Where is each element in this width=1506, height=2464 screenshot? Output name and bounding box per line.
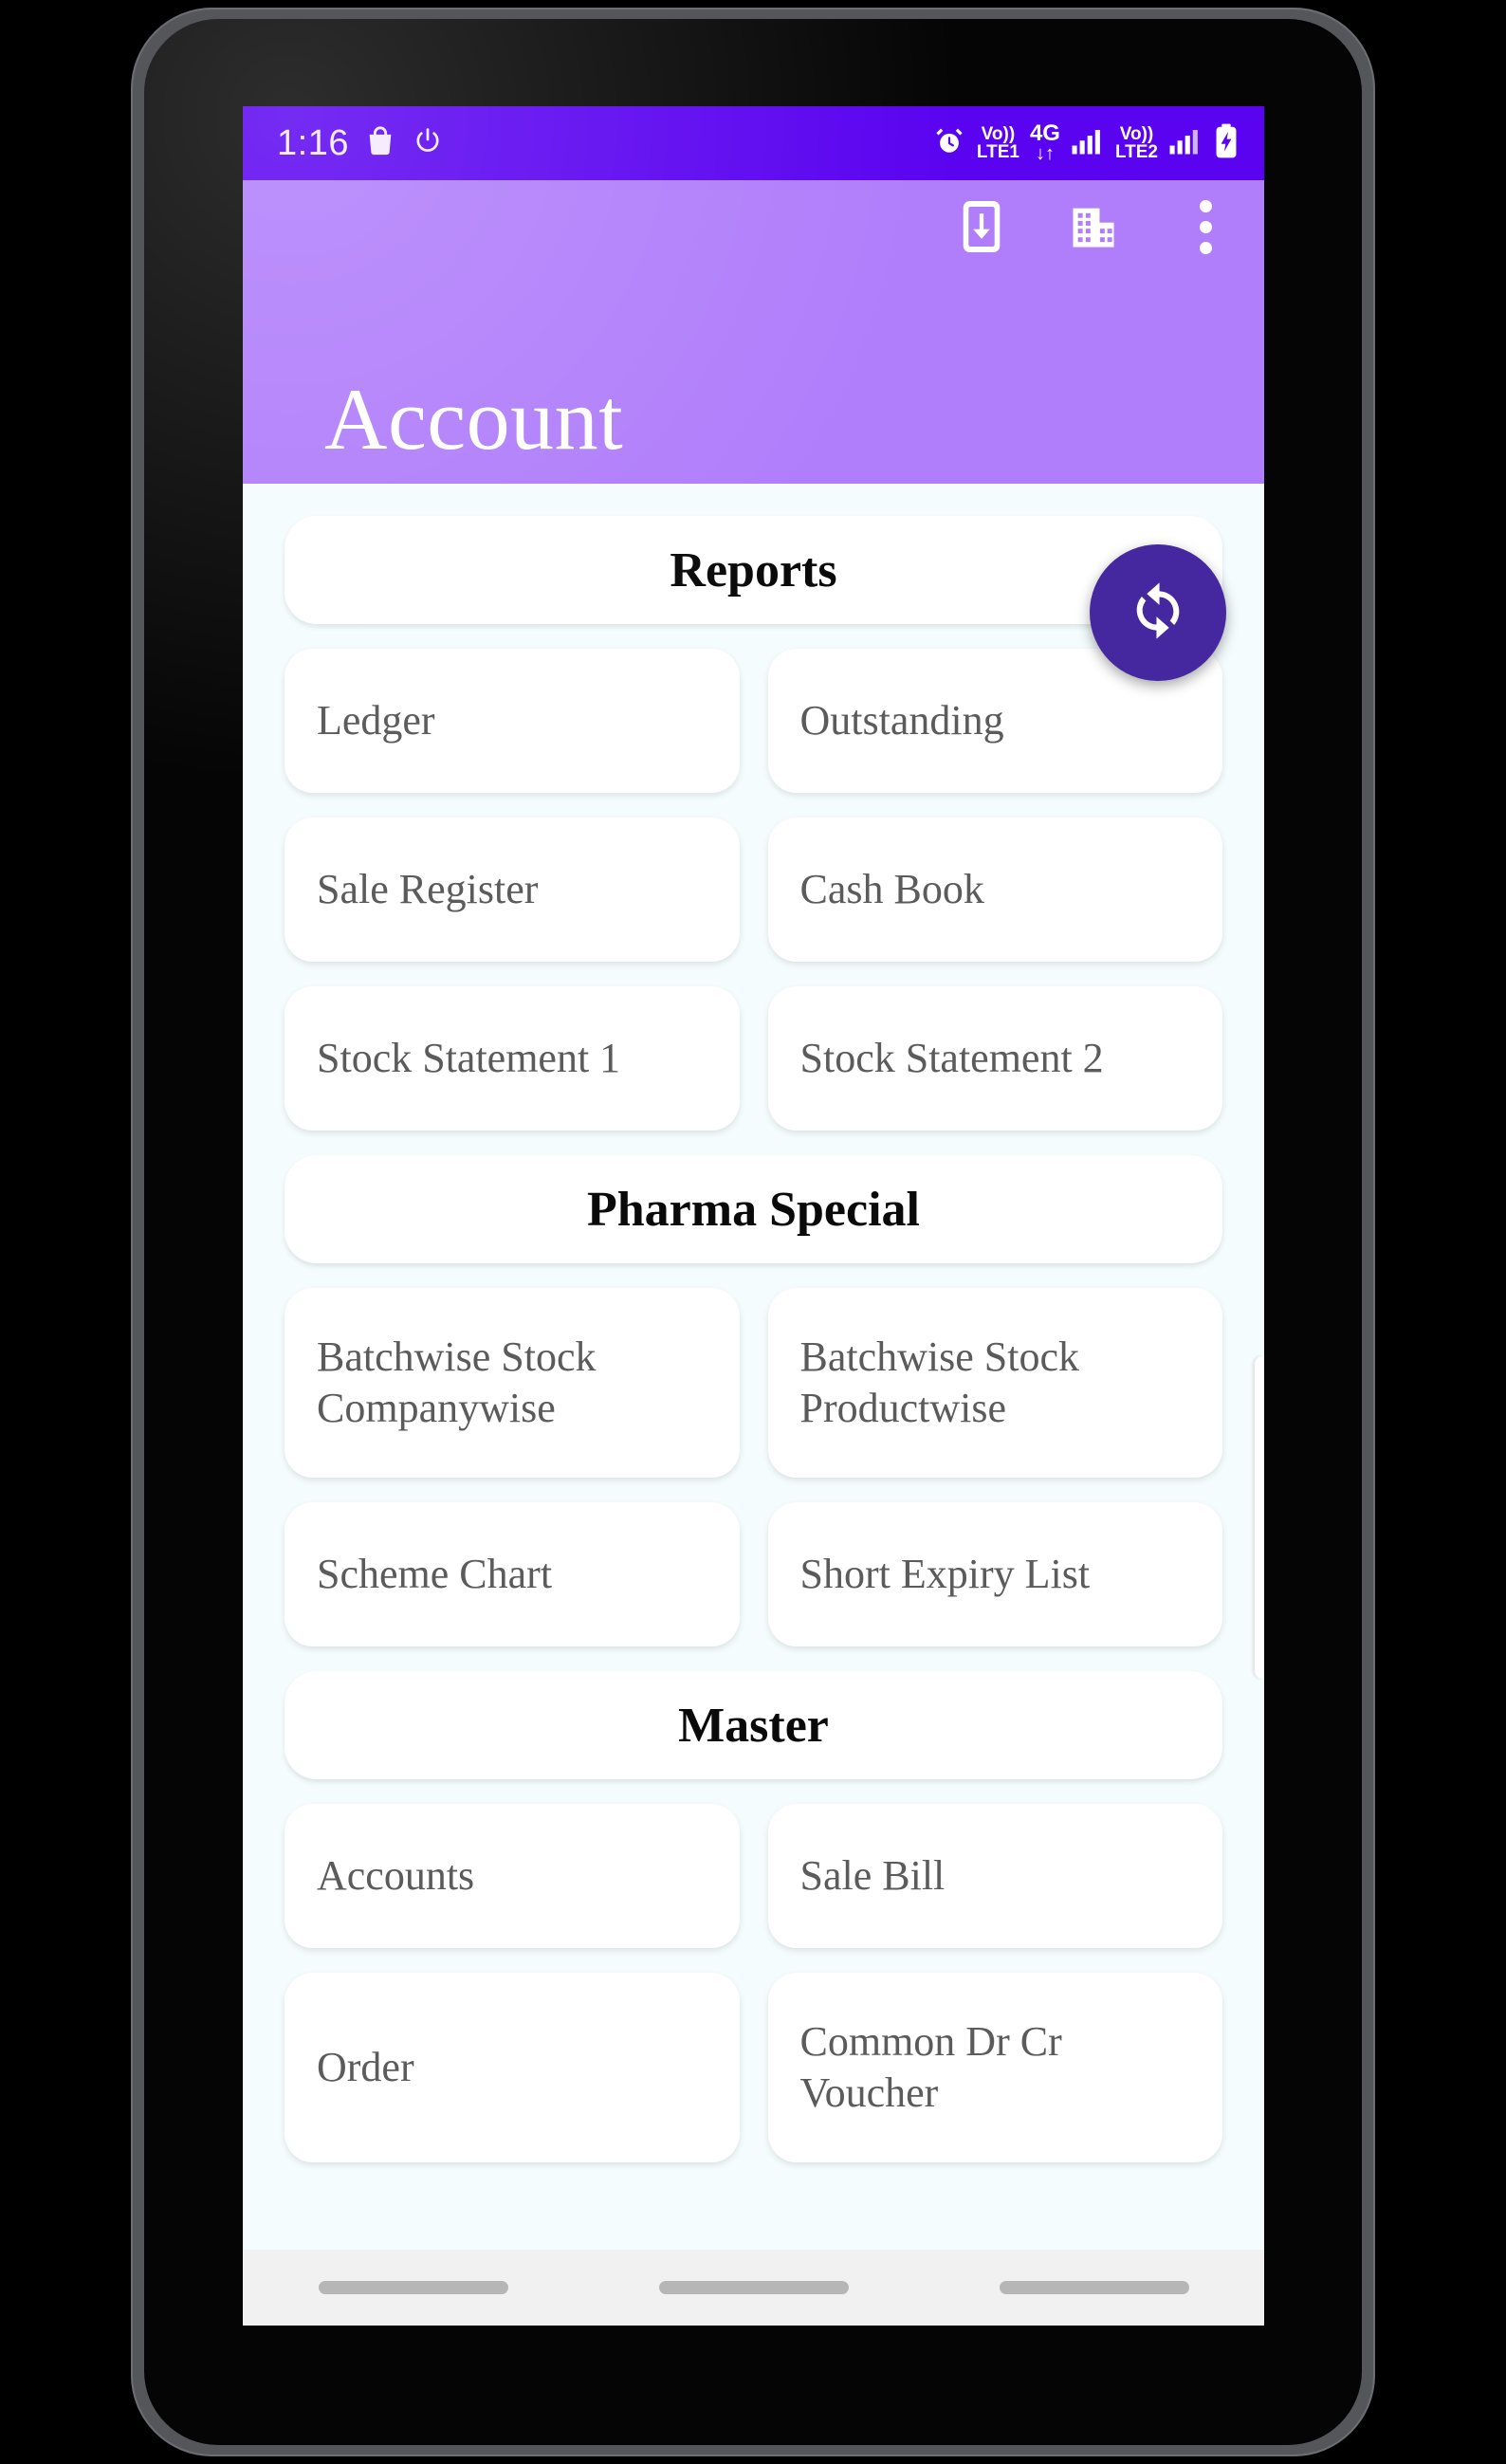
status-bar-left: 1:16 (277, 125, 444, 162)
status-bar-clock: 1:16 (277, 123, 349, 163)
volte1-line2: LTE1 (976, 142, 1019, 162)
overflow-menu-icon[interactable] (1179, 197, 1232, 256)
section-header-label: Pharma Special (587, 1182, 920, 1237)
menu-tile-label: Order (317, 2044, 414, 2091)
menu-row: Ledger Outstanding (285, 649, 1222, 793)
menu-tile[interactable]: Sale Register (285, 818, 740, 962)
menu-tile-label: Cash Book (799, 866, 984, 913)
menu-tile-label: Stock Statement 2 (799, 1035, 1104, 1082)
sync-refresh-fab[interactable] (1090, 544, 1226, 681)
volte1-line1: Vo)) (981, 124, 1016, 144)
menu-tile[interactable]: Cash Book (767, 818, 1222, 962)
section-header-label: Reports (670, 542, 837, 598)
section-header: Reports (285, 516, 1222, 624)
menu-tile[interactable]: Order (285, 1973, 740, 2162)
menu-tile[interactable]: Batchwise Stock Companywise (285, 1288, 740, 1478)
volte2-icon: Vo)) LTE2 (1115, 125, 1158, 161)
sync-refresh-icon (1123, 576, 1193, 651)
power-icon (412, 125, 444, 162)
phone-screen: 1:16 Vo)) LTE1 4G ↓↑ Vo)) LTE2 Account R… (243, 106, 1264, 2326)
scrollbar-thumb[interactable] (1255, 1356, 1264, 1679)
signal-bars-2-icon (1168, 127, 1203, 160)
menu-tile-label: Short Expiry List (799, 1551, 1091, 1598)
menu-tile-label: Common Dr Cr Voucher (799, 2018, 1062, 2116)
menu-tile-label: Batchwise Stock Companywise (317, 1333, 597, 1431)
system-navigation-bar (243, 2250, 1264, 2326)
back-button[interactable] (999, 2281, 1189, 2294)
app-bar: Account (243, 180, 1264, 484)
menu-tile-label: Sale Bill (799, 1852, 946, 1900)
menu-row: Sale Register Cash Book (285, 818, 1222, 962)
menu-tile[interactable]: Ledger (285, 649, 740, 793)
menu-tile-label: Sale Register (317, 866, 539, 913)
section-header-label: Master (678, 1698, 829, 1753)
menu-row: Batchwise Stock Companywise Batchwise Sto… (285, 1288, 1222, 1478)
screenshot-stage: 1:16 Vo)) LTE1 4G ↓↑ Vo)) LTE2 Account R… (0, 0, 1506, 2464)
page-title: Account (324, 371, 624, 468)
menu-tile[interactable]: Accounts (285, 1804, 740, 1948)
menu-row: Scheme Chart Short Expiry List (285, 1502, 1222, 1646)
alarm-clock-icon (932, 124, 966, 163)
menu-tile-label: Batchwise Stock Productwise (799, 1333, 1080, 1431)
menu-content: Reports Ledger Outstanding Sale Register Cas… (243, 484, 1264, 2326)
download-to-phone-icon[interactable] (955, 197, 1008, 256)
menu-tile-label: Outstanding (799, 697, 1004, 745)
shopping-bag-icon (364, 125, 396, 162)
volte2-line2: LTE2 (1114, 142, 1158, 162)
app-bar-actions (955, 197, 1232, 256)
menu-tile-label: Stock Statement 1 (317, 1035, 621, 1082)
menu-tile[interactable]: Stock Statement 1 (285, 986, 740, 1131)
volte1-icon: Vo)) LTE1 (977, 125, 1019, 161)
data-arrows-icon: ↓↑ (1035, 143, 1055, 164)
menu-tile[interactable]: Stock Statement 2 (767, 986, 1222, 1131)
4g-data-icon: 4G ↓↑ (1029, 120, 1060, 164)
section-header: Master (285, 1671, 1222, 1779)
menu-tile[interactable]: Common Dr Cr Voucher (767, 1973, 1222, 2162)
menu-tile[interactable]: Sale Bill (767, 1804, 1222, 1948)
recents-button[interactable] (318, 2281, 508, 2294)
status-bar: 1:16 Vo)) LTE1 4G ↓↑ Vo)) LTE2 (243, 106, 1264, 180)
menu-row: Accounts Sale Bill (285, 1804, 1222, 1948)
menu-tile-label: Scheme Chart (317, 1551, 553, 1598)
section-header: Pharma Special (285, 1155, 1222, 1263)
menu-tile[interactable]: Short Expiry List (767, 1502, 1222, 1646)
home-button[interactable] (658, 2281, 849, 2294)
sections-container: Reports Ledger Outstanding Sale Register Cas… (285, 516, 1222, 2162)
network-type-label: 4G (1029, 120, 1060, 146)
battery-charging-icon (1213, 123, 1240, 164)
status-bar-right: Vo)) LTE1 4G ↓↑ Vo)) LTE2 (932, 120, 1240, 164)
menu-row: Order Common Dr Cr Voucher (285, 1973, 1222, 2162)
menu-tile[interactable]: Scheme Chart (285, 1502, 740, 1646)
volte2-line1: Vo)) (1119, 124, 1154, 144)
menu-tile[interactable]: Batchwise Stock Productwise (767, 1288, 1222, 1478)
signal-bars-1-icon (1071, 127, 1105, 160)
company-building-icon[interactable] (1067, 197, 1120, 256)
menu-row: Stock Statement 1 Stock Statement 2 (285, 986, 1222, 1131)
menu-tile-label: Accounts (317, 1852, 475, 1900)
menu-tile-label: Ledger (317, 697, 435, 745)
